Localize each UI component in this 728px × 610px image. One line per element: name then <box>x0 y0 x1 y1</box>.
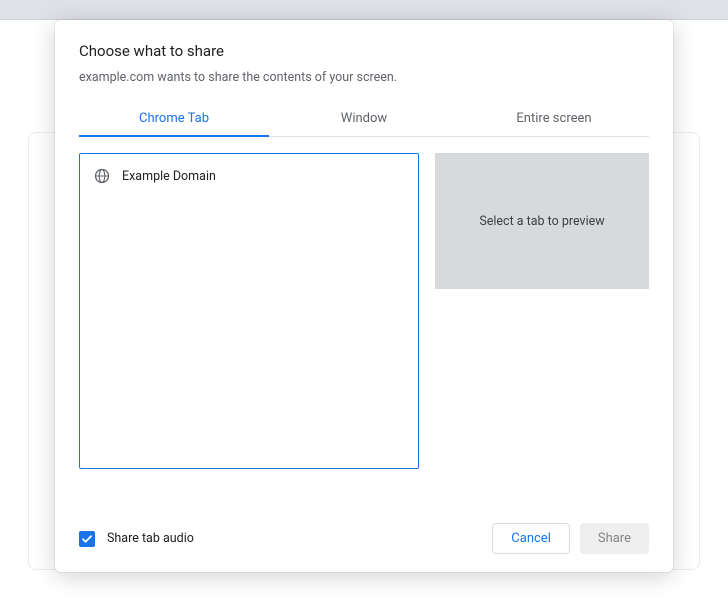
checkbox-checked-icon[interactable] <box>79 531 95 547</box>
main-area: Example Domain Select a tab to preview <box>79 153 649 501</box>
globe-icon <box>94 168 110 184</box>
dialog-subtitle: example.com wants to share the contents … <box>79 70 649 85</box>
share-audio-label: Share tab audio <box>107 531 194 546</box>
tab-list-item[interactable]: Example Domain <box>80 160 418 192</box>
browser-chrome-bar <box>0 0 728 20</box>
tab-chrome-tab[interactable]: Chrome Tab <box>79 103 269 136</box>
dialog-footer: Share tab audio Cancel Share <box>79 519 649 554</box>
share-type-tabs: Chrome Tab Window Entire screen <box>79 103 649 137</box>
share-button[interactable]: Share <box>580 523 649 554</box>
tab-window[interactable]: Window <box>269 103 459 136</box>
cancel-button[interactable]: Cancel <box>492 523 570 554</box>
preview-placeholder: Select a tab to preview <box>479 214 604 229</box>
preview-pane: Select a tab to preview <box>435 153 649 289</box>
dialog-buttons: Cancel Share <box>492 523 649 554</box>
screen-share-dialog: Choose what to share example.com wants t… <box>55 20 673 572</box>
dialog-title: Choose what to share <box>79 42 649 60</box>
share-audio-toggle[interactable]: Share tab audio <box>79 531 194 547</box>
tab-list[interactable]: Example Domain <box>79 153 419 469</box>
tab-entire-screen[interactable]: Entire screen <box>459 103 649 136</box>
tab-item-label: Example Domain <box>122 169 216 184</box>
